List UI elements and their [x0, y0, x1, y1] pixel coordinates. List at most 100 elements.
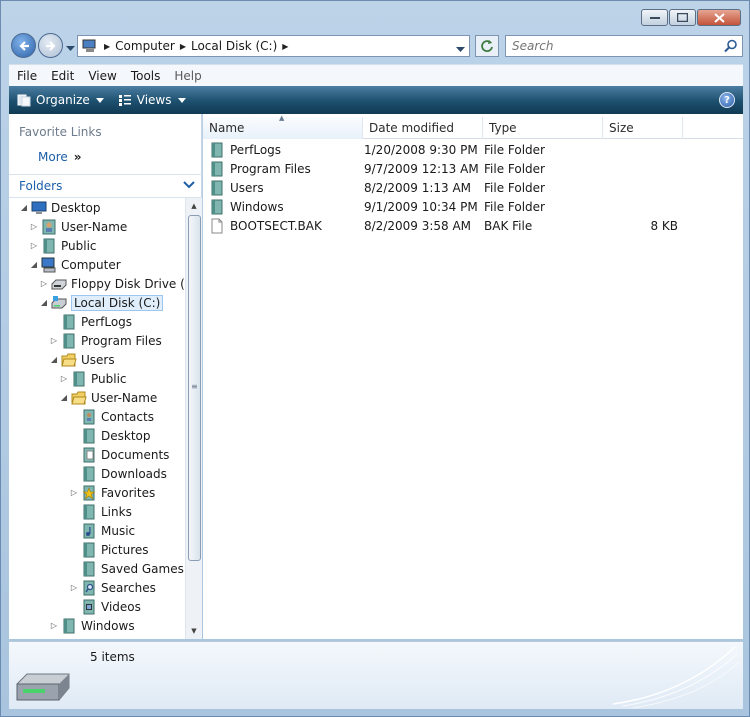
back-button[interactable] — [11, 33, 36, 58]
expand-arrow-icon[interactable]: ▷ — [69, 488, 79, 497]
tree-node[interactable]: Contacts — [69, 407, 154, 426]
collapse-arrow-icon[interactable]: ◢ — [49, 355, 59, 364]
column-header-type[interactable]: Type — [483, 117, 603, 139]
tree-node[interactable]: Links — [69, 502, 132, 521]
address-dropdown[interactable] — [456, 42, 465, 56]
menu-view[interactable]: View — [88, 69, 116, 83]
file-row[interactable]: Program Files 9/7/2009 12:13 AM File Folde… — [209, 159, 679, 178]
item-count: 5 items — [90, 650, 135, 664]
tree-node-label: Downloads — [101, 466, 167, 481]
back-arrow-icon — [18, 40, 29, 51]
menu-edit[interactable]: Edit — [51, 69, 74, 83]
scroll-thumb[interactable]: ≡ — [188, 215, 201, 561]
search-box[interactable] — [505, 35, 743, 57]
tree-node-icon — [61, 352, 77, 368]
file-type: File Folder — [484, 142, 545, 157]
file-row[interactable]: BOOTSECT.BAK 8/2/2009 3:58 AM BAK File 8 KB — [209, 216, 679, 235]
file-name: Windows — [230, 199, 284, 214]
file-list-pane: ▲ Name Date modified Type Size PerfLogs 1… — [203, 114, 743, 639]
expand-arrow-icon[interactable]: ▷ — [29, 222, 39, 231]
forward-button[interactable] — [38, 33, 63, 58]
tree-node[interactable]: Pictures — [69, 540, 149, 559]
column-header-size[interactable]: Size — [603, 117, 683, 139]
documents-icon — [83, 447, 95, 462]
tree-node[interactable]: ◢ Desktop — [19, 198, 101, 217]
organize-button[interactable]: Organize — [17, 93, 104, 107]
folder-tree: ◢ Desktop ▷ User-Name ▷ Public ◢ Computer ▷ Flopp… — [9, 198, 185, 639]
tree-node[interactable]: ▷ Favorites — [69, 483, 155, 502]
collapse-arrow-icon[interactable]: ◢ — [39, 298, 49, 307]
tree-node[interactable]: Downloads — [69, 464, 167, 483]
help-button[interactable]: ? — [719, 92, 735, 108]
menu-bar: File Edit View Tools Help — [9, 64, 743, 86]
close-button[interactable] — [697, 9, 741, 26]
file-type: File Folder — [484, 199, 545, 214]
expand-arrow-icon[interactable]: ▷ — [49, 336, 59, 345]
search-input[interactable] — [512, 39, 712, 53]
search-icon[interactable] — [724, 39, 738, 53]
breadcrumb-separator-icon[interactable]: ▶ — [104, 42, 110, 51]
tree-node[interactable]: PerfLogs — [49, 312, 132, 331]
tree-node[interactable]: ▷ Public — [59, 369, 127, 388]
minimize-button[interactable] — [641, 9, 668, 26]
recent-pages-dropdown[interactable] — [66, 41, 75, 55]
tree-node-icon — [81, 523, 97, 539]
swoosh-decoration — [612, 646, 740, 709]
tree-node[interactable]: Saved Games — [69, 559, 184, 578]
tree-node-label: Program Files — [81, 333, 162, 348]
folders-header[interactable]: Folders — [9, 174, 202, 198]
file-row[interactable]: Windows 9/1/2009 10:34 PM File Folder — [209, 197, 679, 216]
tree-node[interactable]: ▷ Searches — [69, 578, 156, 597]
address-bar[interactable]: ▶ Computer ▶ Local Disk (C:) ▶ — [77, 35, 470, 57]
desktop-icon — [31, 201, 47, 214]
tree-scrollbar[interactable]: ▲ ≡ ▼ — [185, 198, 202, 639]
maximize-button[interactable] — [669, 9, 696, 26]
file-row[interactable]: Users 8/2/2009 1:13 AM File Folder — [209, 178, 679, 197]
tree-node[interactable]: Videos — [69, 597, 141, 616]
menu-help[interactable]: Help — [174, 69, 201, 83]
more-link[interactable]: More » — [38, 150, 82, 164]
menu-tools[interactable]: Tools — [131, 69, 161, 83]
local-disk-icon — [51, 295, 67, 308]
tree-node[interactable]: ▷ Program Files — [49, 331, 162, 350]
expand-arrow-icon[interactable]: ▷ — [49, 621, 59, 630]
file-row[interactable]: PerfLogs 1/20/2008 9:30 PM File Folder — [209, 140, 679, 159]
tree-node-icon — [61, 314, 77, 330]
breadcrumb-separator-icon[interactable]: ▶ — [282, 42, 288, 51]
expand-arrow-icon[interactable]: ▷ — [69, 583, 79, 592]
breadcrumb-local-disk[interactable]: Local Disk (C:) — [191, 39, 277, 53]
tree-node[interactable]: Documents — [69, 445, 169, 464]
column-header-date[interactable]: Date modified — [363, 117, 483, 139]
scroll-up-icon[interactable]: ▲ — [186, 198, 202, 214]
views-button[interactable]: Views — [118, 93, 186, 107]
tree-node[interactable]: ◢ Local Disk (C:) — [39, 293, 164, 312]
tree-node[interactable]: Music — [69, 521, 135, 540]
menu-file[interactable]: File — [17, 69, 37, 83]
file-row-icon — [209, 199, 225, 215]
tree-node-label: User-Name — [91, 390, 158, 405]
tree-node-label: Local Disk (C:) — [71, 294, 164, 311]
tree-node[interactable]: ▷ Windows — [49, 616, 135, 635]
folder-icon — [63, 333, 75, 348]
expand-arrow-icon[interactable]: ▷ — [39, 279, 49, 288]
tree-node[interactable]: ▷ Public — [29, 236, 97, 255]
tree-node[interactable]: Desktop — [69, 426, 151, 445]
refresh-button[interactable] — [475, 35, 499, 57]
expand-arrow-icon[interactable]: ▷ — [29, 241, 39, 250]
tree-node[interactable]: ◢ Users — [49, 350, 115, 369]
column-header-name[interactable]: ▲ Name — [203, 114, 363, 139]
tree-node[interactable]: ▷ Floppy Disk Drive (A:) — [39, 274, 185, 293]
tree-node[interactable]: ◢ User-Name — [59, 388, 157, 407]
tree-node[interactable]: ▷ User-Name — [29, 217, 127, 236]
breadcrumb-computer[interactable]: Computer — [115, 39, 175, 53]
organize-label: Organize — [36, 93, 90, 107]
breadcrumb-separator-icon[interactable]: ▶ — [180, 42, 186, 51]
collapse-arrow-icon[interactable]: ◢ — [19, 203, 29, 212]
refresh-icon — [481, 40, 493, 52]
tree-node[interactable]: ◢ Computer — [29, 255, 121, 274]
collapse-arrow-icon[interactable]: ◢ — [29, 260, 39, 269]
scroll-down-icon[interactable]: ▼ — [186, 623, 202, 639]
collapse-arrow-icon[interactable]: ◢ — [59, 393, 69, 402]
expand-arrow-icon[interactable]: ▷ — [59, 374, 69, 383]
tree-node-label: Desktop — [51, 200, 101, 215]
